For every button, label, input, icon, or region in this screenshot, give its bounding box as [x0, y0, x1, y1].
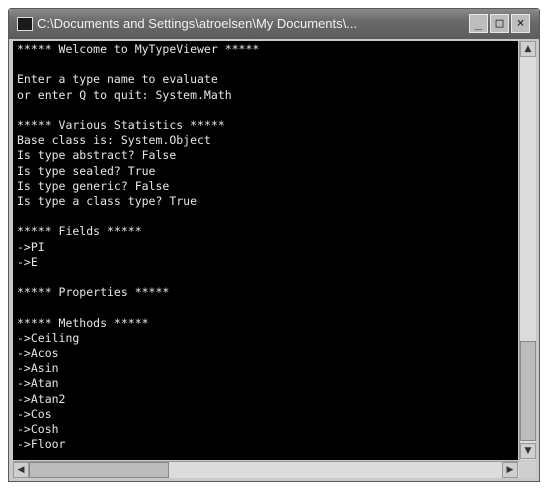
console-line: Base class is: System.Object: [17, 133, 211, 148]
console-app-icon[interactable]: [17, 17, 33, 31]
scroll-left-button[interactable]: ◀: [13, 462, 29, 478]
horizontal-scrollbar[interactable]: ◀ ▶: [13, 461, 519, 478]
console-line: ***** Various Statistics *****: [17, 118, 225, 132]
console-line: ->Floor: [17, 437, 66, 452]
console-line: ->PI: [17, 239, 45, 254]
scroll-right-button[interactable]: ▶: [502, 462, 518, 478]
console-line: Is type generic? False: [17, 178, 170, 193]
console-line: Is type sealed? True: [17, 163, 156, 178]
title-bar[interactable]: C:\Documents and Settings\atroelsen\My D…: [9, 9, 539, 39]
close-button[interactable]: ×: [511, 14, 530, 33]
console-line: ->Asin: [17, 361, 59, 376]
scroll-down-button[interactable]: ▼: [520, 443, 536, 459]
console-line: ***** Methods *****: [17, 315, 149, 330]
horizontal-scroll-thumb[interactable]: [29, 462, 169, 478]
console-line: ->Atan2: [17, 391, 66, 406]
console-line: Is type a class type? True: [17, 194, 198, 208]
console-line: Enter a type name to evaluate: [17, 72, 218, 87]
console-line: Is type abstract? False: [17, 148, 177, 163]
console-window: C:\Documents and Settings\atroelsen\My D…: [8, 8, 540, 482]
vertical-scroll-thumb[interactable]: [520, 341, 536, 441]
scroll-up-button[interactable]: ▲: [520, 41, 536, 57]
console-line: ***** Fields *****: [17, 224, 142, 239]
console-line: ->Acos: [17, 346, 59, 360]
console-line: ->Ceiling: [17, 330, 80, 345]
window-title: C:\Documents and Settings\atroelsen\My D…: [37, 16, 358, 31]
console-line: ***** Properties *****: [17, 285, 170, 300]
console-output[interactable]: ***** Welcome to MyTypeViewer ***** Enter…: [13, 41, 518, 460]
console-line: ->Cosh: [17, 422, 59, 436]
console-line: ->Atan: [17, 376, 59, 391]
console-line: ***** Welcome to MyTypeViewer *****: [17, 42, 260, 56]
minimize-button[interactable]: _: [469, 14, 488, 33]
console-line: ->E: [17, 254, 38, 269]
console-line: or enter Q to quit: System.Math: [17, 87, 232, 102]
vertical-scrollbar[interactable]: ▲ ▼: [519, 41, 536, 460]
console-line: ->Cos: [17, 406, 52, 421]
maximize-button[interactable]: □: [490, 14, 509, 33]
resize-grip[interactable]: [519, 461, 536, 478]
